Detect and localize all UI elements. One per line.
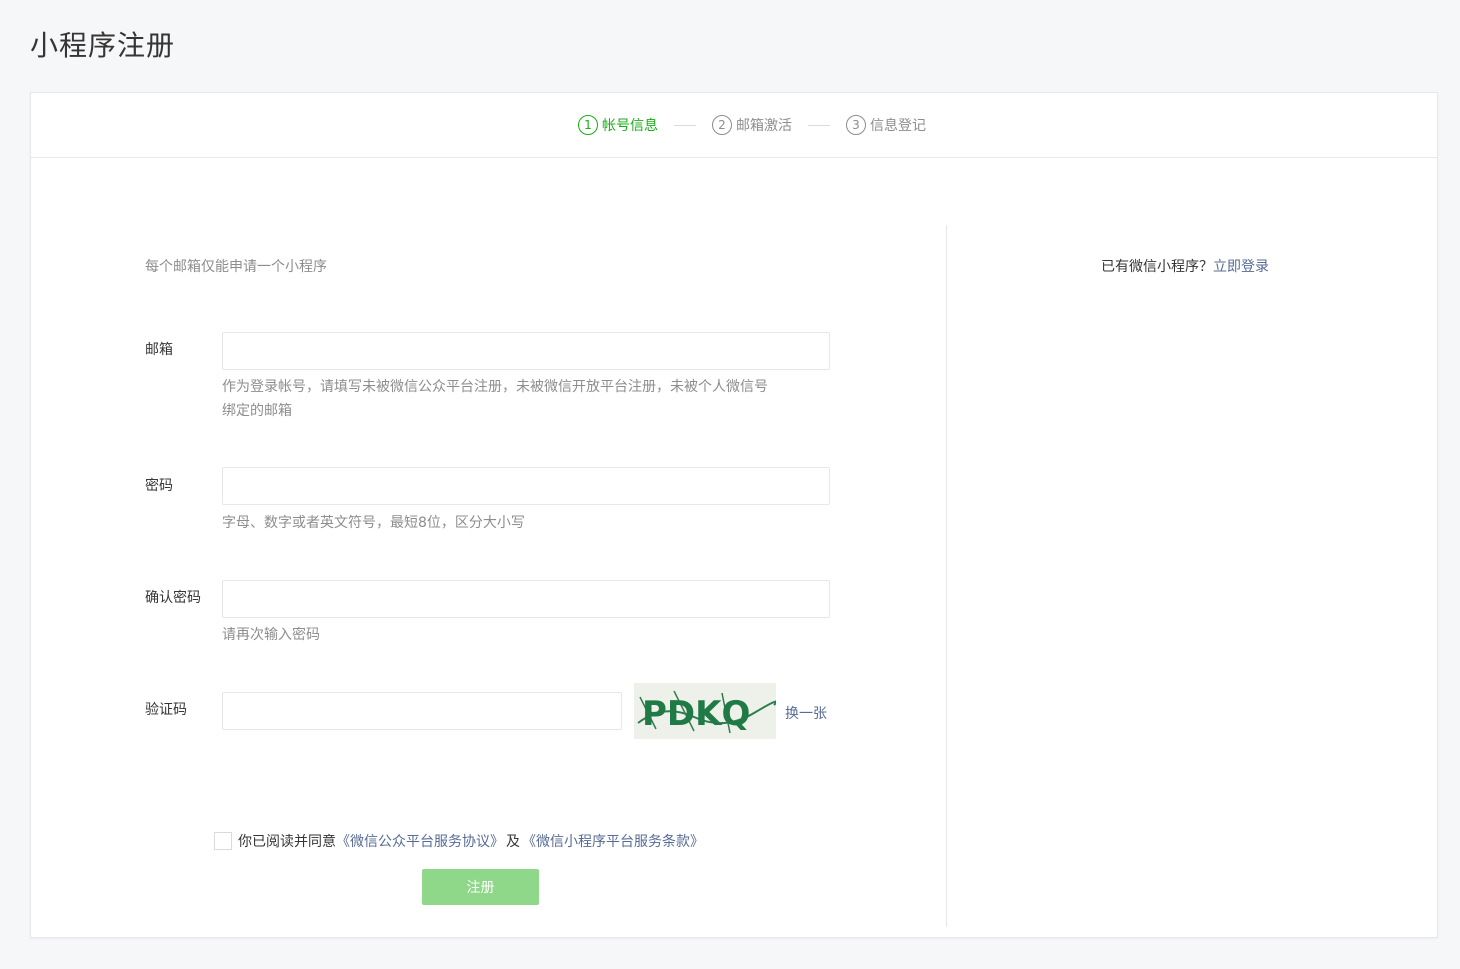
captcha-graphic: PDKQ [634, 683, 778, 739]
step-number-2: 2 [712, 115, 732, 135]
email-hint-line-2: 绑定的邮箱 [222, 403, 292, 419]
email-label: 邮箱 [145, 342, 173, 358]
step-label: 信息登记 [870, 118, 926, 134]
captcha-text: PDKQ [642, 694, 750, 734]
agreement-conjunction: 及 [506, 834, 520, 850]
captcha-refresh-link[interactable]: 换一张 [785, 703, 827, 723]
public-platform-agreement-link[interactable]: 《微信公众平台服务协议》 [336, 831, 504, 851]
step-info-registration: 3 信息登记 [846, 115, 926, 135]
login-tip-text: 已有微信小程序？ [1101, 259, 1213, 275]
password-input[interactable] [222, 467, 830, 505]
column-divider [946, 225, 947, 927]
step-label: 帐号信息 [602, 118, 658, 134]
login-tip: 已有微信小程序？立即登录 [1101, 256, 1269, 276]
captcha-label: 验证码 [145, 702, 187, 718]
step-label: 邮箱激活 [736, 118, 792, 134]
login-now-link[interactable]: 立即登录 [1213, 259, 1269, 275]
email-input[interactable] [222, 332, 830, 370]
step-connector [674, 124, 696, 126]
step-account-info: 1 帐号信息 [578, 115, 658, 135]
step-number-3: 3 [846, 115, 866, 135]
miniprogram-terms-link[interactable]: 《微信小程序平台服务条款》 [522, 831, 704, 851]
password-hint: 字母、数字或者英文符号，最短8位，区分大小写 [222, 515, 525, 531]
form-tip: 每个邮箱仅能申请一个小程序 [145, 259, 327, 275]
step-email-activation: 2 邮箱激活 [712, 115, 792, 135]
email-hint: 作为登录帐号，请填写未被微信公众平台注册，未被微信开放平台注册，未被个人微信号 … [222, 375, 832, 423]
confirm-password-label: 确认密码 [145, 590, 201, 606]
captcha-image[interactable]: PDKQ [634, 683, 778, 739]
step-connector [808, 124, 830, 126]
register-button[interactable]: 注册 [422, 869, 539, 905]
confirm-password-hint: 请再次输入密码 [222, 627, 320, 643]
confirm-password-input[interactable] [222, 580, 830, 618]
agreement-checkbox[interactable] [214, 832, 232, 850]
agreement-prefix: 你已阅读并同意 [238, 834, 336, 850]
email-hint-line-1: 作为登录帐号，请填写未被微信公众平台注册，未被微信开放平台注册，未被个人微信号 [222, 379, 768, 395]
step-number-1: 1 [578, 115, 598, 135]
password-label: 密码 [145, 478, 173, 494]
page-title: 小程序注册 [30, 29, 176, 62]
captcha-input[interactable] [222, 692, 622, 730]
register-card: 1 帐号信息 2 邮箱激活 3 信息登记 每个邮箱仅能申请一个小程序 邮箱 作为… [30, 92, 1438, 938]
agreement-row: 你已阅读并同意 《微信公众平台服务协议》 及 《微信小程序平台服务条款》 [214, 831, 704, 851]
step-indicator: 1 帐号信息 2 邮箱激活 3 信息登记 [31, 93, 1437, 158]
